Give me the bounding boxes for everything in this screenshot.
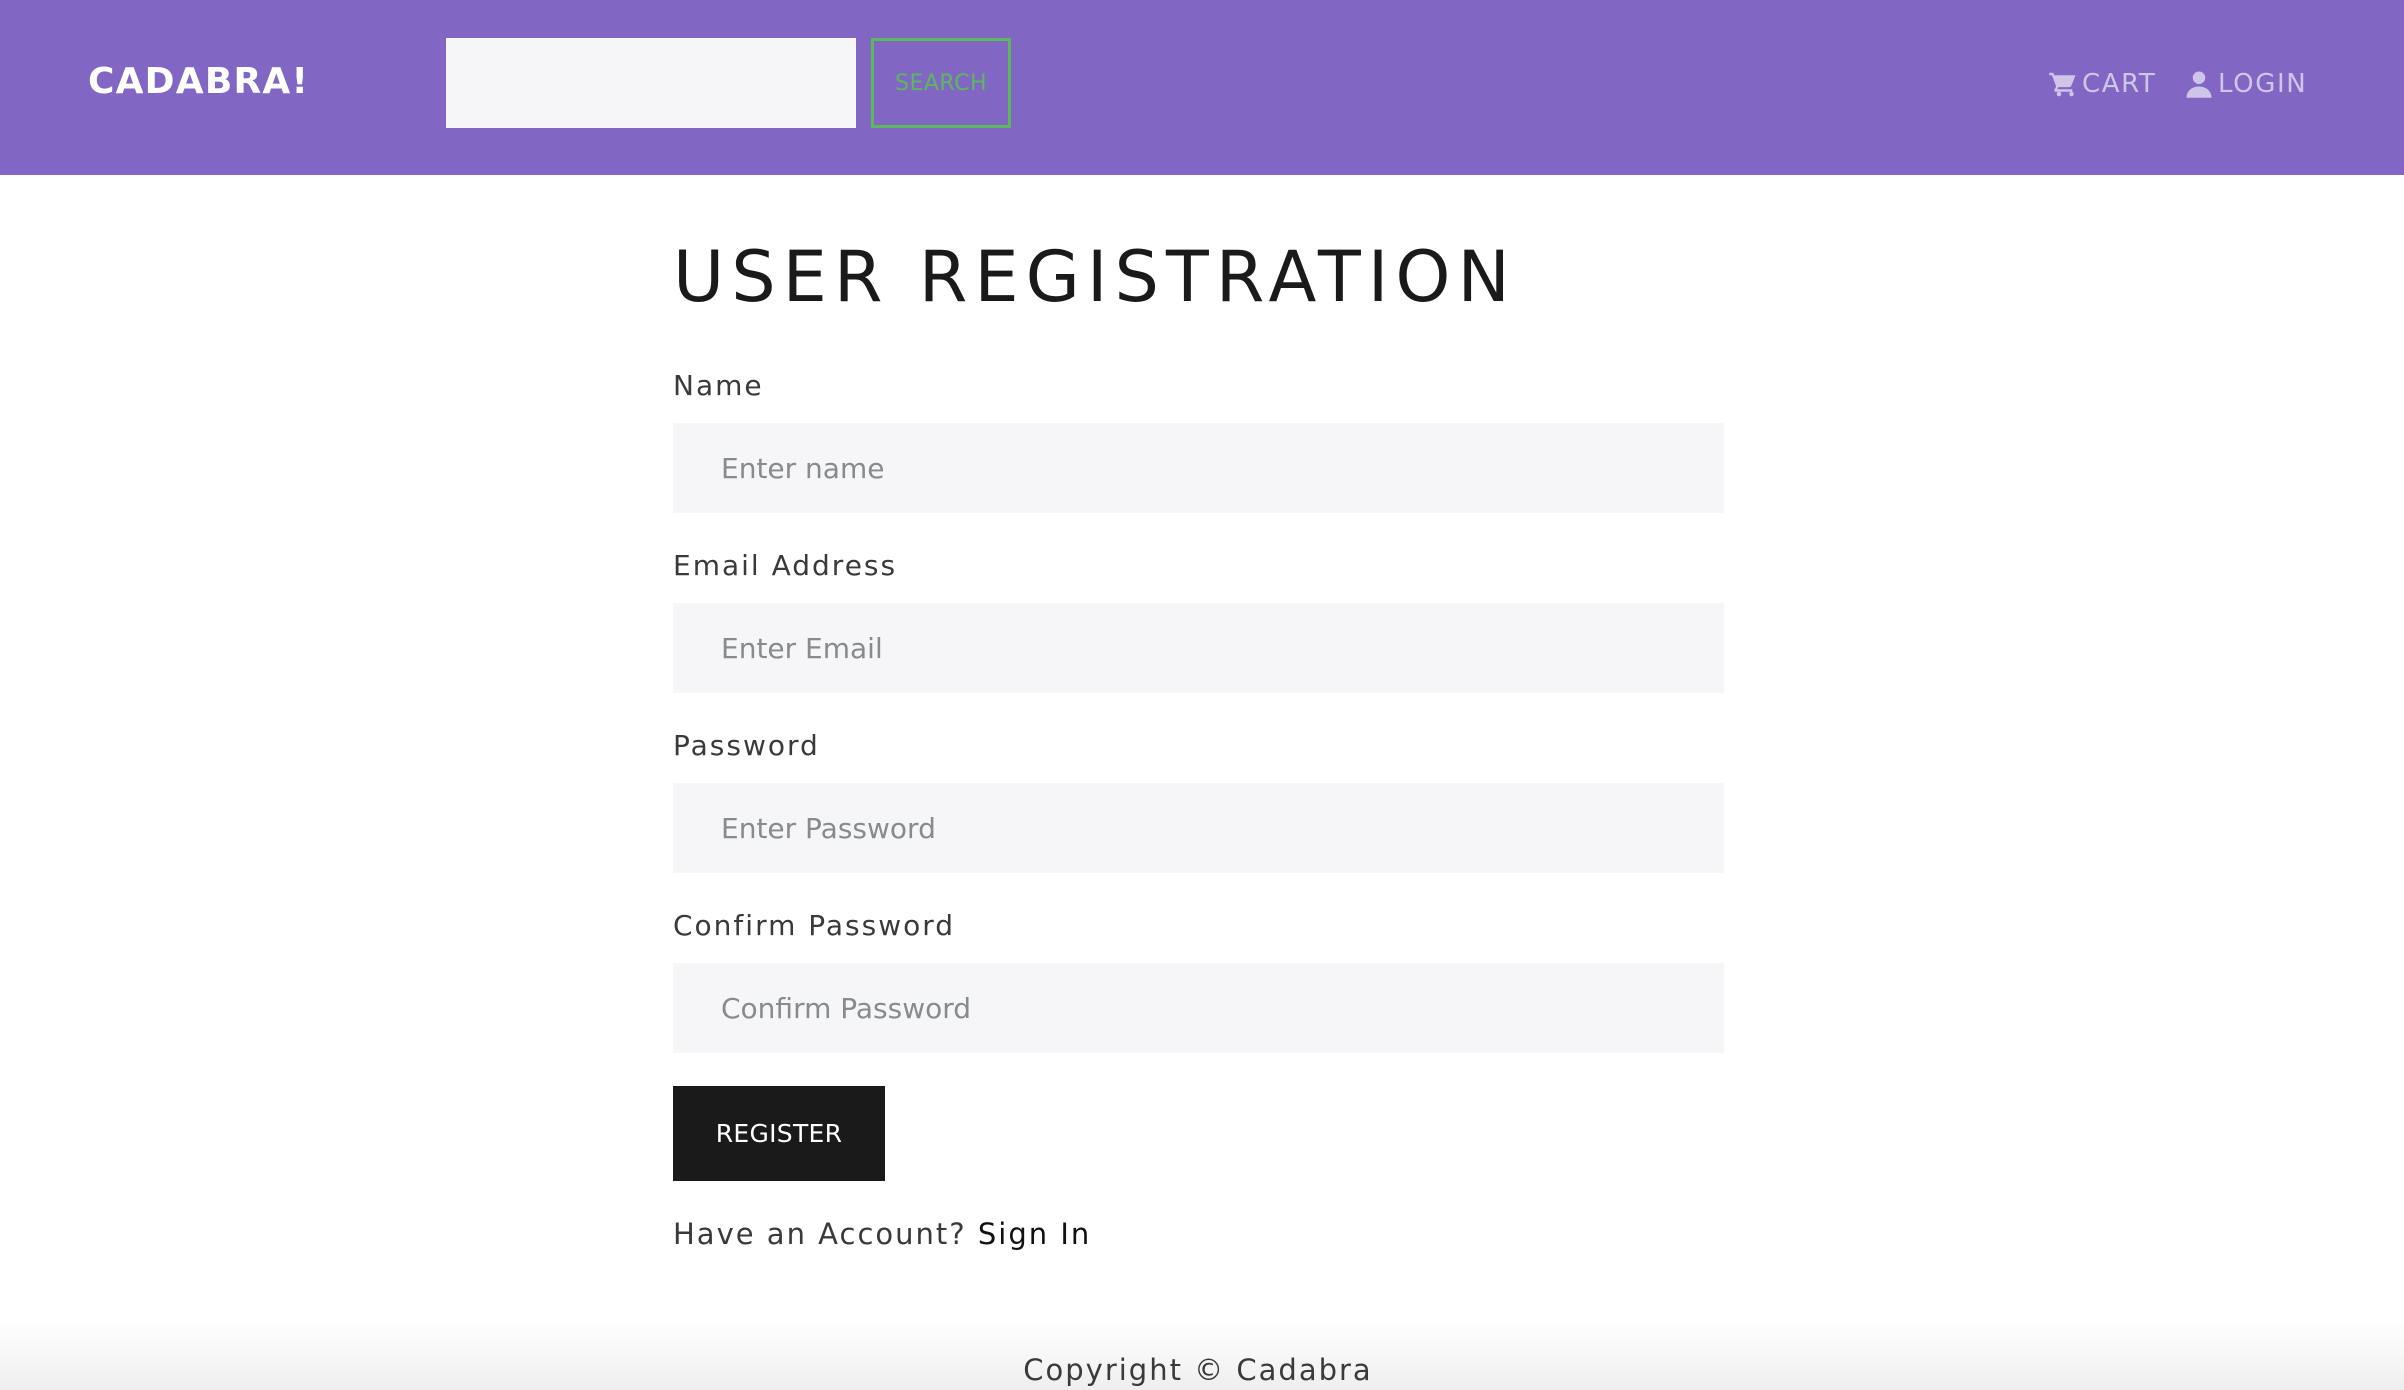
have-account-text: Have an Account?	[673, 1217, 967, 1251]
top-navbar: CADABRA! SEARCH CART LOGIN	[0, 0, 2404, 175]
search-button[interactable]: SEARCH	[871, 38, 1011, 128]
cart-icon	[2048, 69, 2078, 99]
brand-logo-link[interactable]: CADABRA!	[88, 58, 309, 106]
password-input[interactable]	[673, 783, 1724, 873]
email-label: Email Address	[673, 549, 898, 582]
footer: Copyright © Cadabra	[0, 1318, 2404, 1390]
page-title: USER REGISTRATION	[673, 236, 1517, 318]
sign-in-link[interactable]: Sign In	[978, 1217, 1091, 1251]
user-icon	[2184, 69, 2214, 99]
nav-login-label: LOGIN	[2218, 69, 2308, 99]
search-input[interactable]	[446, 38, 856, 128]
nav-login-link[interactable]: LOGIN	[2184, 64, 2307, 104]
register-button[interactable]: REGISTER	[673, 1086, 885, 1181]
password-label: Password	[673, 729, 820, 762]
name-label: Name	[673, 369, 764, 402]
have-account-line: Have an Account? Sign In	[673, 1216, 1091, 1252]
name-input[interactable]	[673, 423, 1724, 513]
nav-cart-link[interactable]: CART	[2048, 64, 2156, 104]
confirm-password-label: Confirm Password	[673, 909, 956, 942]
email-input[interactable]	[673, 603, 1724, 693]
nav-cart-label: CART	[2082, 69, 2157, 99]
copyright-text: Copyright © Cadabra	[1023, 1353, 1373, 1387]
confirm-password-input[interactable]	[673, 963, 1724, 1053]
